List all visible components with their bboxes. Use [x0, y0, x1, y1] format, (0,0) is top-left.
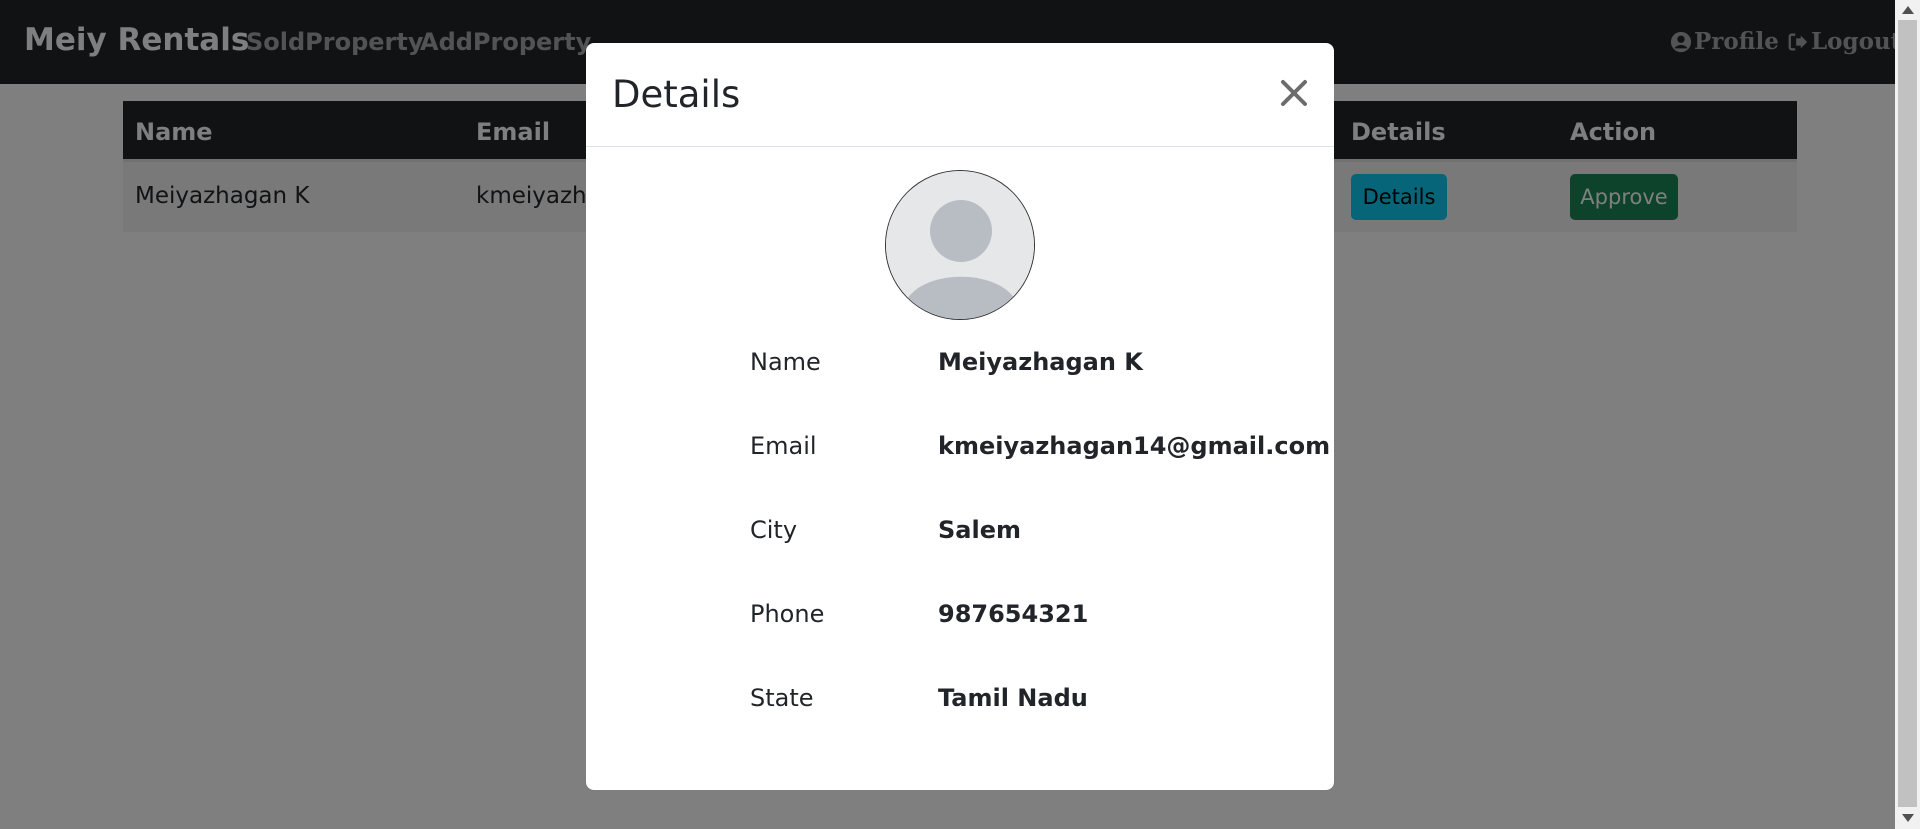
field-value-name: Meiyazhagan K [938, 348, 1143, 376]
field-value-state: Tamil Nadu [938, 684, 1088, 712]
field-label-name: Name [750, 348, 821, 376]
field-value-email: kmeiyazhagan14@gmail.com [938, 432, 1331, 460]
field-value-phone: 987654321 [938, 600, 1089, 628]
scroll-up-arrow-icon[interactable] [1902, 6, 1914, 14]
page-scrollbar[interactable] [1895, 0, 1920, 829]
close-icon[interactable] [1274, 73, 1314, 113]
modal-title: Details [612, 73, 741, 116]
field-label-state: State [750, 684, 814, 712]
user-avatar-icon [886, 171, 1034, 319]
modal-header: Details [586, 43, 1334, 147]
field-label-phone: Phone [750, 600, 825, 628]
scroll-down-arrow-icon[interactable] [1902, 814, 1914, 822]
details-modal: Details Name Meiyazhagan K Email kmeiyaz… [586, 43, 1334, 790]
field-label-city: City [750, 516, 798, 544]
scrollbar-thumb[interactable] [1898, 20, 1917, 807]
user-avatar [885, 170, 1035, 320]
field-label-email: Email [750, 432, 817, 460]
field-value-city: Salem [938, 516, 1021, 544]
